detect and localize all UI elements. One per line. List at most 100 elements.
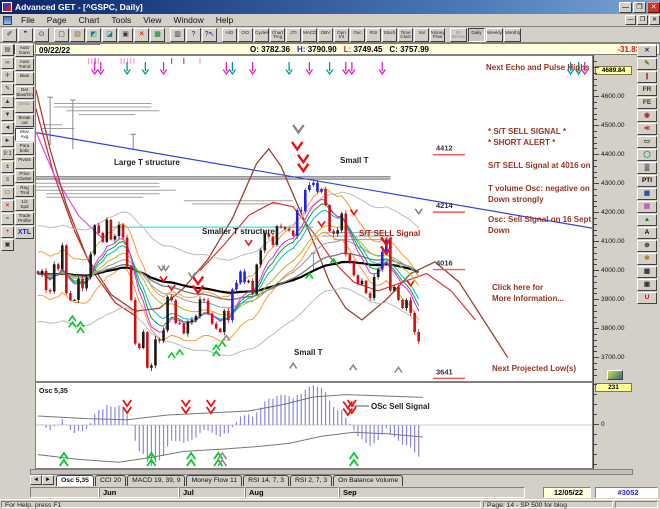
box-tool-icon[interactable]: ▭: [637, 136, 657, 148]
left-study-delta-button[interactable]: Delta: [15, 100, 34, 113]
study-opn-int-button[interactable]: Opn Int: [334, 28, 349, 42]
table-icon[interactable]: ▦: [637, 188, 657, 200]
child-minimize-button[interactable]: —: [625, 15, 636, 25]
quotes-icon[interactable]: ❞: [18, 28, 33, 42]
menu-page[interactable]: Page: [41, 14, 73, 26]
expand-icon[interactable]: ≡: [1, 174, 14, 186]
menu-view[interactable]: View: [137, 14, 167, 26]
left-study-del-bias-gn-button[interactable]: Del Bias/Gn: [15, 86, 34, 99]
grab-icon[interactable]: ✛: [1, 70, 14, 82]
fib-lines-icon[interactable]: ≈: [1, 213, 14, 225]
study-oci-button[interactable]: OCI: [238, 28, 253, 42]
underline-tool-icon[interactable]: U: [637, 292, 657, 304]
zoom-icon[interactable]: ⊙: [34, 28, 49, 42]
study-rsi-button[interactable]: RSI: [366, 28, 381, 42]
grid-tool-icon[interactable]: ▩: [637, 266, 657, 278]
study-stoch-button[interactable]: Stoch: [382, 28, 397, 42]
compress-icon[interactable]: ±: [1, 161, 14, 173]
tab-osc-5-35[interactable]: Osc 5,35: [56, 475, 94, 486]
scroll-right-icon[interactable]: ►: [1, 135, 14, 147]
zoom-tool-icon[interactable]: ⊕: [637, 240, 657, 252]
box-icon[interactable]: □: [1, 187, 14, 199]
price-chart-panel[interactable]: 4412421440163641Next Echo and Pulse High…: [35, 55, 593, 382]
study-obv-button[interactable]: OBV: [318, 28, 333, 42]
left-study-auto-trend-button[interactable]: Auto Trend: [15, 58, 34, 71]
study-osc-button[interactable]: Osc: [350, 28, 365, 42]
paint-tool-icon[interactable]: ✱: [637, 253, 657, 265]
tab-money-flow-11[interactable]: Money Flow 11: [186, 475, 242, 486]
study-a/d-button[interactable]: A/D: [222, 28, 237, 42]
gann-circle-icon[interactable]: ◉: [637, 110, 657, 122]
left-study-mov-avg-button[interactable]: Mov Avg: [15, 128, 34, 141]
study-chart-trng-button[interactable]: Chart Trng: [270, 28, 285, 42]
menu-help[interactable]: Help: [210, 14, 239, 26]
crosshair-icon[interactable]: +: [1, 226, 14, 238]
mob-icon[interactable]: ▤: [637, 201, 657, 213]
new-window-icon[interactable]: ▣: [1, 239, 14, 251]
timeframe-60-minute-button[interactable]: 60 Minute: [450, 28, 467, 42]
left-study-xtl-button[interactable]: XTL: [15, 226, 34, 239]
scroll-left-icon[interactable]: ◄: [1, 122, 14, 134]
print-icon[interactable]: ▥: [170, 28, 185, 42]
maximize-button[interactable]: ❐: [633, 2, 646, 13]
chart-tool-icon[interactable]: ▲: [637, 214, 657, 226]
child-restore-button[interactable]: ❐: [637, 15, 648, 25]
study-macd-button[interactable]: MACD: [302, 28, 317, 42]
binoculars-icon[interactable]: ∞: [1, 57, 14, 69]
pointer-tool-icon[interactable]: ✐: [2, 28, 17, 42]
study-time-clust-button[interactable]: Time Clust: [398, 28, 413, 42]
left-study-pivots-button[interactable]: Pivots: [15, 156, 34, 169]
menu-window[interactable]: Window: [167, 14, 209, 26]
tab-on-balance-volume[interactable]: On Balance Volume: [333, 475, 403, 486]
axis-properties-icon[interactable]: [607, 370, 623, 380]
tab-scroll-right-button[interactable]: ►: [42, 475, 54, 485]
scroll-date-box[interactable]: 12/05/22: [543, 487, 591, 498]
trendline-tool-icon[interactable]: ∥: [637, 71, 657, 83]
study-jti-button[interactable]: JTI: [286, 28, 301, 42]
oscillator-chart[interactable]: Osc 5,35OSc Sell Signal: [36, 383, 592, 468]
menu-chart[interactable]: Chart: [73, 14, 106, 26]
tab-rsi-2-7-3[interactable]: RSI 2, 7, 3: [290, 475, 332, 486]
export-icon[interactable]: ◪: [102, 28, 117, 42]
tab-cci-20[interactable]: CCI 20: [95, 475, 126, 486]
tab-rsi-14-7-3[interactable]: RSI 14, 7, 3: [243, 475, 289, 486]
scroll-up-icon[interactable]: ▲: [1, 96, 14, 108]
copy-tool-icon[interactable]: ▣: [637, 279, 657, 291]
paste-icon[interactable]: ▣: [118, 28, 133, 42]
context-help-icon[interactable]: ?↖: [202, 28, 217, 42]
ratio-icon[interactable]: 9:1: [1, 148, 14, 160]
study-cycles-button[interactable]: Cycles: [254, 28, 269, 42]
timeframe-monthly-button[interactable]: Monthly: [504, 28, 521, 42]
left-study-price-cluster-button[interactable]: Price Cluster: [15, 170, 34, 183]
left-study-reg-trnd-button[interactable]: Reg Trnd: [15, 184, 34, 197]
menu-tools[interactable]: Tools: [105, 14, 137, 26]
tab-macd-19-39-9[interactable]: MACD 19, 39, 9: [127, 475, 185, 486]
timeframe-daily-button[interactable]: Daily: [468, 28, 485, 42]
left-study-auto-gann-button[interactable]: Auto Gann: [15, 44, 34, 57]
left-study-break-out-button[interactable]: Break out: [15, 114, 34, 127]
gann-fan-icon[interactable]: ≪: [637, 123, 657, 135]
minimize-button[interactable]: —: [619, 2, 632, 13]
study-icon[interactable]: ✎: [1, 83, 14, 95]
scroll-down-icon[interactable]: ▼: [1, 109, 14, 121]
delete-icon[interactable]: ✕: [134, 28, 149, 42]
close-tool-icon[interactable]: ✕: [637, 45, 657, 57]
child-close-button[interactable]: ✕: [649, 15, 660, 25]
left-study-trade-profile-button[interactable]: Trade Profile: [15, 212, 34, 225]
open-chart-icon[interactable]: ▤: [1, 44, 14, 56]
text-tool-icon[interactable]: A: [637, 227, 657, 239]
oscillator-panel[interactable]: Osc 5,35OSc Sell Signal: [35, 382, 593, 469]
fib-extension-icon[interactable]: FE: [637, 97, 657, 109]
refresh-chart-icon[interactable]: ▦: [150, 28, 165, 42]
price-chart[interactable]: 4412421440163641Next Echo and Pulse High…: [36, 56, 592, 381]
tab-scroll-left-button[interactable]: ◄: [30, 475, 42, 485]
study-money-flow-button[interactable]: Money Flow: [430, 28, 445, 42]
import-icon[interactable]: ◩: [86, 28, 101, 42]
menu-file[interactable]: File: [15, 14, 41, 26]
close-button[interactable]: ✕: [647, 2, 660, 13]
ellipse-tool-icon[interactable]: ◯: [637, 149, 657, 161]
regression-tool-icon[interactable]: ▓: [637, 162, 657, 174]
help-icon[interactable]: ?: [186, 28, 201, 42]
lines-icon[interactable]: ✕: [1, 200, 14, 212]
fib-retracement-icon[interactable]: FR: [637, 84, 657, 96]
